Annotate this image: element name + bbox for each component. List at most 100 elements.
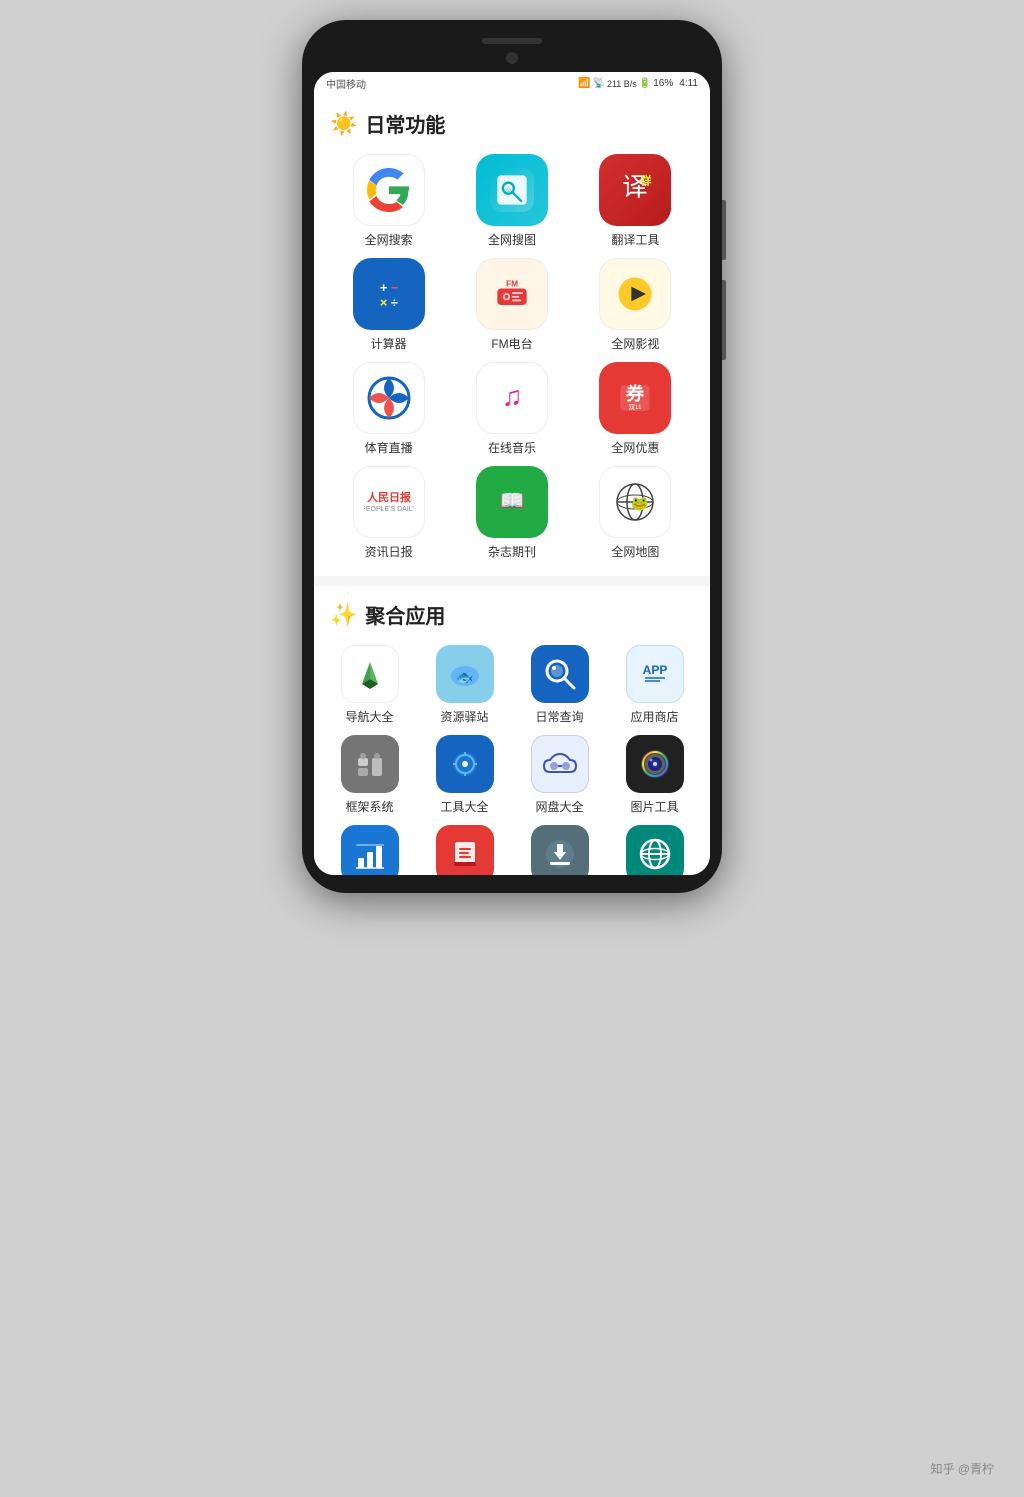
power-button [722, 200, 726, 260]
app-music-label: 在线音乐 [488, 439, 536, 456]
svg-text:×: × [379, 295, 387, 310]
app-browser-icon [626, 825, 684, 875]
battery-text: 16% [653, 78, 673, 89]
app-calculator-label: 计算器 [371, 335, 407, 352]
app-photo[interactable]: 图片工具 [609, 735, 700, 815]
daily-title: 日常功能 [365, 109, 445, 138]
app-query[interactable]: 日常查询 [514, 645, 605, 725]
speed-text: 211 B/s [607, 79, 637, 89]
app-music-icon: ♫ [476, 362, 548, 434]
app-magazine[interactable]: 📖 杂志期刊 [453, 466, 570, 560]
app-nav[interactable]: 导航大全 [324, 645, 415, 725]
daily-app-grid: 全网搜索 ☺ 全网搜图 [314, 146, 710, 576]
app-sports[interactable]: 体育直播 [330, 362, 447, 456]
app-news-icon: 人民日报 PEOPLE'S DAILY [353, 466, 425, 538]
svg-text:🐟: 🐟 [456, 669, 473, 685]
status-right: 📶 📡 211 B/s 🔋 16% 4:11 [578, 78, 698, 89]
app-learn[interactable]: ✏ 学习大全 [419, 825, 510, 875]
carrier-text: 中国移动 [326, 76, 366, 91]
app-appstore-label: 应用商店 [630, 708, 678, 725]
svg-text:✏: ✏ [461, 853, 468, 862]
app-photo-icon [626, 735, 684, 793]
app-resource[interactable]: 🐟 资源驿站 [419, 645, 510, 725]
svg-text:−: − [390, 280, 398, 295]
phone-speaker [482, 38, 542, 44]
app-nav-icon [341, 645, 399, 703]
app-magazine-label: 杂志期刊 [488, 543, 536, 560]
app-framework-label: 框架系统 [345, 798, 393, 815]
app-sports-label: 体育直播 [365, 439, 413, 456]
app-translate[interactable]: 译 祥 翻译工具 [577, 154, 694, 248]
app-calculator-icon: + − × ÷ [353, 258, 425, 330]
aggregate-app-grid: 导航大全 🐟 资源驿站 [314, 637, 710, 875]
app-fm[interactable]: FM FM电台 [453, 258, 570, 352]
battery-icon: 🔋 [639, 78, 651, 89]
app-map-icon: 🐸 [599, 466, 671, 538]
svg-text:双11: 双11 [629, 403, 642, 411]
app-query-label: 日常查询 [535, 708, 583, 725]
app-nav-label: 导航大全 [345, 708, 393, 725]
app-video-icon [599, 258, 671, 330]
section-divider [314, 576, 710, 586]
app-tools-icon [436, 735, 494, 793]
app-translate-label: 翻译工具 [611, 231, 659, 248]
svg-text:☺: ☺ [505, 185, 512, 194]
daily-section-header: ☀️ 日常功能 [314, 95, 710, 146]
svg-text:祥: 祥 [641, 174, 652, 188]
app-image-search-label: 全网搜图 [488, 231, 536, 248]
phone-camera [506, 52, 518, 64]
svg-text:+: + [379, 280, 387, 295]
svg-text:人民日报: 人民日报 [367, 490, 412, 504]
app-image-search[interactable]: ☺ 全网搜图 [453, 154, 570, 248]
app-search[interactable]: 全网搜索 [330, 154, 447, 248]
app-appstore-icon: APP [626, 645, 684, 703]
svg-text:PEOPLE'S DAILY: PEOPLE'S DAILY [364, 506, 414, 513]
aggregate-section-header: ✨ 聚合应用 [314, 586, 710, 637]
app-calculator[interactable]: + − × ÷ 计算器 [330, 258, 447, 352]
status-bar: 中国移动 📶 📡 211 B/s 🔋 16% 4:11 [314, 72, 710, 95]
svg-text:📖: 📖 [499, 491, 524, 513]
app-netdisk[interactable]: 网盘大全 [514, 735, 605, 815]
app-coupon[interactable]: 券 双11 全网优惠 [577, 362, 694, 456]
app-coupon-label: 全网优惠 [611, 439, 659, 456]
app-video[interactable]: 全网影视 [577, 258, 694, 352]
svg-text:🐸: 🐸 [631, 495, 648, 511]
app-search-label: 全网搜索 [365, 231, 413, 248]
svg-text:♫: ♫ [502, 380, 523, 411]
app-resource-icon: 🐟 [436, 645, 494, 703]
app-music[interactable]: ♫ 在线音乐 [453, 362, 570, 456]
app-download-icon [531, 825, 589, 875]
app-data[interactable]: 数据中心 [324, 825, 415, 875]
app-translate-icon: 译 祥 [599, 154, 671, 226]
app-learn-icon: ✏ [436, 825, 494, 875]
app-image-search-icon: ☺ [476, 154, 548, 226]
app-tools-label: 工具大全 [440, 798, 488, 815]
app-search-icon [353, 154, 425, 226]
app-news-label: 资讯日报 [365, 543, 413, 560]
app-resource-label: 资源驿站 [440, 708, 488, 725]
svg-text:FM: FM [506, 280, 518, 289]
app-query-icon [531, 645, 589, 703]
daily-icon: ☀️ [330, 111, 357, 137]
phone-screen: 中国移动 📶 📡 211 B/s 🔋 16% 4:11 ☀️ 日常功能 [314, 72, 710, 875]
app-data-icon [341, 825, 399, 875]
screen-content[interactable]: ☀️ 日常功能 全网搜索 [314, 95, 710, 875]
app-video-label: 全网影视 [611, 335, 659, 352]
app-news[interactable]: 人民日报 PEOPLE'S DAILY 资讯日报 [330, 466, 447, 560]
app-tools[interactable]: 工具大全 [419, 735, 510, 815]
app-magazine-icon: 📖 [476, 466, 548, 538]
app-map[interactable]: 🐸 全网地图 [577, 466, 694, 560]
app-sports-icon [353, 362, 425, 434]
app-map-label: 全网地图 [611, 543, 659, 560]
app-coupon-icon: 券 双11 [599, 362, 671, 434]
svg-text:APP: APP [642, 663, 667, 677]
app-framework[interactable]: 框架系统 [324, 735, 415, 815]
phone-shell: 中国移动 📶 📡 211 B/s 🔋 16% 4:11 ☀️ 日常功能 [302, 20, 722, 893]
app-download[interactable]: 下载专区 [514, 825, 605, 875]
app-photo-label: 图片工具 [630, 798, 678, 815]
app-appstore[interactable]: APP 应用商店 [609, 645, 700, 725]
app-browser[interactable]: 全球浏览 [609, 825, 700, 875]
app-fm-label: FM电台 [491, 335, 532, 352]
volume-button [722, 280, 726, 360]
aggregate-icon: ✨ [330, 602, 357, 628]
